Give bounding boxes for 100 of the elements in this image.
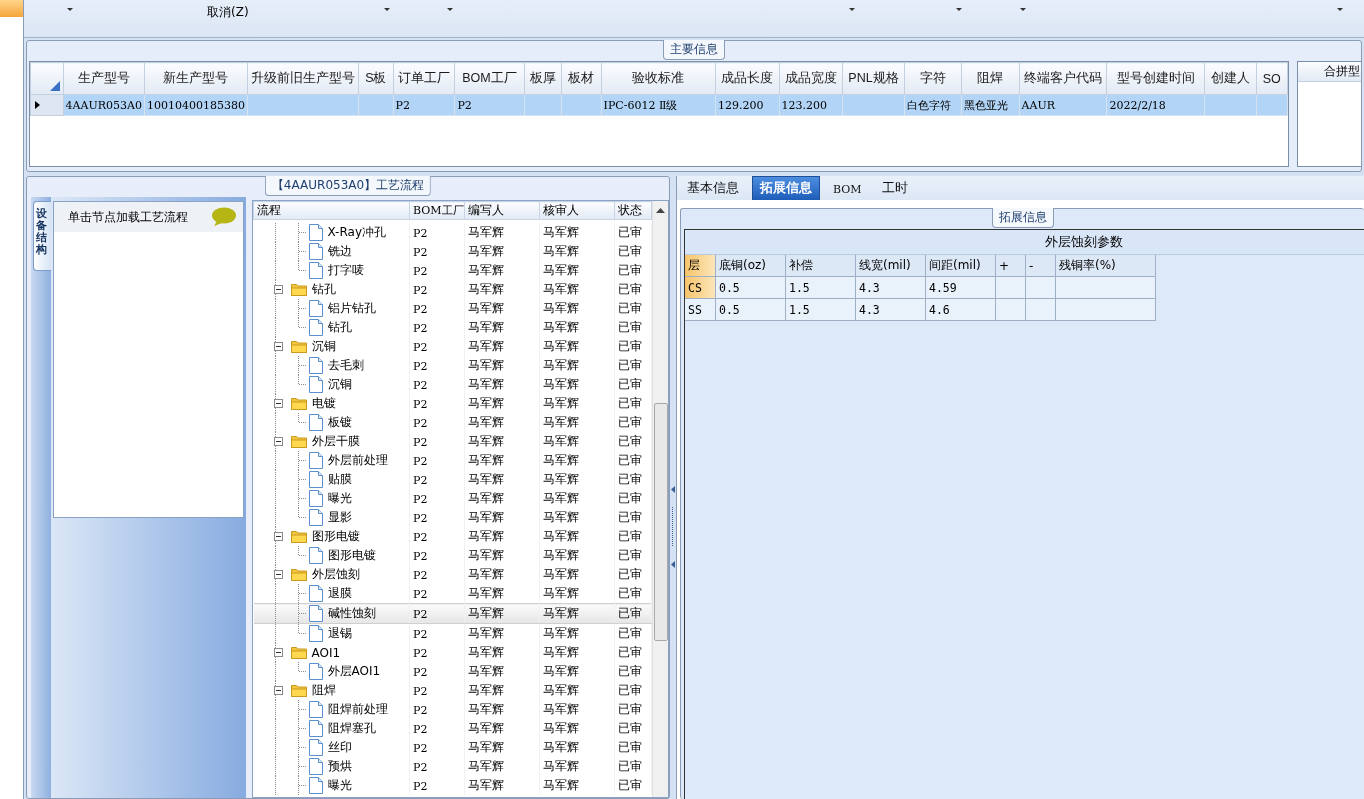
column-header[interactable]: 板材 [561,62,602,95]
dropdown-arrow-icon[interactable] [849,8,855,11]
column-header[interactable]: 成品宽度 [779,62,843,95]
tree-row[interactable]: 外层蚀刻 P2 马军辉 马军辉 已审 [253,565,652,584]
column-header[interactable]: BOM工厂 [454,62,525,95]
column-header[interactable]: 创建人 [1204,62,1256,95]
collapse-arrow-icon[interactable] [670,486,675,493]
tree-row[interactable]: 板镀 P2 马军辉 马军辉 已审 [253,413,652,432]
tree-row[interactable]: 外层前处理 P2 马军辉 马军辉 已审 [253,451,652,470]
column-header[interactable]: BOM工厂 [409,201,465,220]
table-cell: P2 [409,318,465,337]
row-header[interactable]: SS [685,299,716,321]
tab[interactable]: 基本信息 [680,176,746,200]
column-header[interactable]: 流程 [253,201,410,220]
column-header[interactable]: 合拼型 [1298,62,1361,82]
dropdown-arrow-icon[interactable] [447,8,453,11]
dropdown-arrow-icon[interactable] [1337,8,1343,11]
vertical-scrollbar[interactable] [652,201,668,797]
column-header[interactable]: 底铜(oz) [716,255,786,277]
column-header[interactable]: 验收标准 [601,62,716,95]
tree-row[interactable]: 打字唛 P2 马军辉 马军辉 已审 [253,261,652,280]
tree-node-label: 钻孔 [311,281,336,298]
column-header[interactable]: 编写人 [464,201,540,220]
column-header[interactable]: SO [1256,62,1288,95]
tree-row[interactable]: 曝光 P2 马军辉 马军辉 已审 [253,776,652,795]
grid-row[interactable]: 4AAUR053A0 10010400185380 P2 P2 IPC-6012 Ⅱ级 129.200 123.200 白色字符 黑色亚光 AAUR 2022/2/18 [30,94,1288,116]
tree-row[interactable]: 预烘 P2 马军辉 马军辉 已审 [253,757,652,776]
column-header[interactable]: 升级前旧生产型号 [247,62,359,95]
dropdown-arrow-icon[interactable] [384,8,390,11]
table-cell: 马军辉 [539,681,615,700]
column-header[interactable]: 阻焊 [961,62,1020,95]
column-header[interactable]: 生产型号 [63,62,145,95]
column-header[interactable]: 补偿 [786,255,856,277]
tree-node-label: 沉铜 [327,376,352,393]
tree-row[interactable]: 图形电镀 P2 马军辉 马军辉 已审 [253,546,652,565]
column-header[interactable]: 层 [685,255,716,277]
tree-row[interactable]: 阻焊 P2 马军辉 马军辉 已审 [253,681,652,700]
collapse-toggle-icon[interactable] [273,437,283,446]
tree-row[interactable]: 去毛刺 P2 马军辉 马军辉 已审 [253,356,652,375]
collapse-toggle-icon[interactable] [273,399,283,408]
column-header[interactable]: 终端客户代码 [1019,62,1107,95]
scroll-up-arrow-icon[interactable] [656,207,665,213]
tree-row[interactable]: 钻孔 P2 马军辉 马军辉 已审 [253,280,652,299]
tree-row[interactable]: 铝片钻孔 P2 马军辉 马军辉 已审 [253,299,652,318]
tree-row[interactable]: 沉铜 P2 马军辉 马军辉 已审 [253,375,652,394]
tree-row[interactable]: 丝印 P2 马军辉 马军辉 已审 [253,738,652,757]
tab[interactable]: 工时 [874,176,915,200]
cancel-menu-label[interactable]: 取消(Z) [207,4,249,21]
dropdown-arrow-icon[interactable] [956,8,962,11]
tree-row[interactable]: 图形电镀 P2 马军辉 马军辉 已审 [253,527,652,546]
collapse-toggle-icon[interactable] [273,686,283,695]
column-header[interactable]: 型号创建时间 [1106,62,1205,95]
tree-row[interactable]: AOI1 P2 马军辉 马军辉 已审 [253,643,652,662]
column-header[interactable]: S板 [358,62,394,95]
table-cell: P2 [409,623,465,643]
column-header[interactable]: 间距(mil) [926,255,996,277]
tree-row[interactable]: 钻孔 P2 马军辉 马军辉 已审 [253,318,652,337]
tree-row[interactable]: 电镀 P2 马军辉 马军辉 已审 [253,394,652,413]
tree-row[interactable]: X-Ray冲孔 P2 马军辉 马军辉 已审 [253,223,652,242]
column-header[interactable]: PNL规格 [842,62,905,95]
column-header[interactable]: 板厚 [524,62,562,95]
column-header[interactable]: 新生产型号 [144,62,248,95]
column-header[interactable]: - [1026,255,1056,277]
tree-row[interactable]: 外层干膜 P2 马军辉 马军辉 已审 [253,432,652,451]
collapse-toggle-icon[interactable] [273,532,283,541]
column-header[interactable]: + [996,255,1026,277]
splitter-grip-icon[interactable] [671,507,674,547]
table-cell: 1.5 [786,277,856,299]
tree-row[interactable]: 曝光 P2 马军辉 马军辉 已审 [253,489,652,508]
tree-row[interactable]: 显影 P2 马军辉 马军辉 已审 [253,508,652,527]
tree-row[interactable]: 阻焊前处理 P2 马军辉 马军辉 已审 [253,700,652,719]
table-cell: 马军辉 [464,432,540,451]
column-header[interactable]: 成品长度 [715,62,780,95]
collapse-toggle-icon[interactable] [273,342,283,351]
vertical-tab[interactable]: 设备结构 [33,201,51,272]
collapse-toggle-icon[interactable] [273,648,283,657]
column-header[interactable]: 字符 [904,62,962,95]
dropdown-arrow-icon[interactable] [67,8,73,11]
tree-row[interactable]: 铣边 P2 马军辉 马军辉 已审 [253,242,652,261]
tree-node-label: 退膜 [327,585,352,602]
dropdown-arrow-icon[interactable] [1020,8,1026,11]
tree-row[interactable]: 外层AOI1 P2 马军辉 马军辉 已审 [253,662,652,681]
column-header[interactable]: 状态 [614,201,652,220]
row-header[interactable]: CS [685,277,716,299]
column-header[interactable]: 核审人 [539,201,615,220]
tree-row[interactable]: 贴膜 P2 马军辉 马军辉 已审 [253,470,652,489]
column-header[interactable]: 订单工厂 [393,62,455,95]
scrollbar-thumb[interactable] [653,403,668,641]
tree-row[interactable]: 阻焊塞孔 P2 马军辉 马军辉 已审 [253,719,652,738]
tab[interactable]: 拓展信息 [752,176,820,200]
tree-row[interactable]: 沉铜 P2 马军辉 马军辉 已审 [253,337,652,356]
collapse-toggle-icon[interactable] [273,285,283,294]
tab[interactable]: BOM [826,176,869,200]
column-header[interactable]: 残铜率(%) [1056,255,1156,277]
tree-row[interactable]: 碱性蚀刻 P2 马军辉 马军辉 已审 [253,603,652,624]
tree-row[interactable]: 退锡 P2 马军辉 马军辉 已审 [253,623,652,643]
collapse-toggle-icon[interactable] [273,570,283,579]
table-cell: 马军辉 [464,318,540,337]
column-header[interactable]: 线宽(mil) [856,255,926,277]
collapse-arrow-icon[interactable] [670,561,675,568]
